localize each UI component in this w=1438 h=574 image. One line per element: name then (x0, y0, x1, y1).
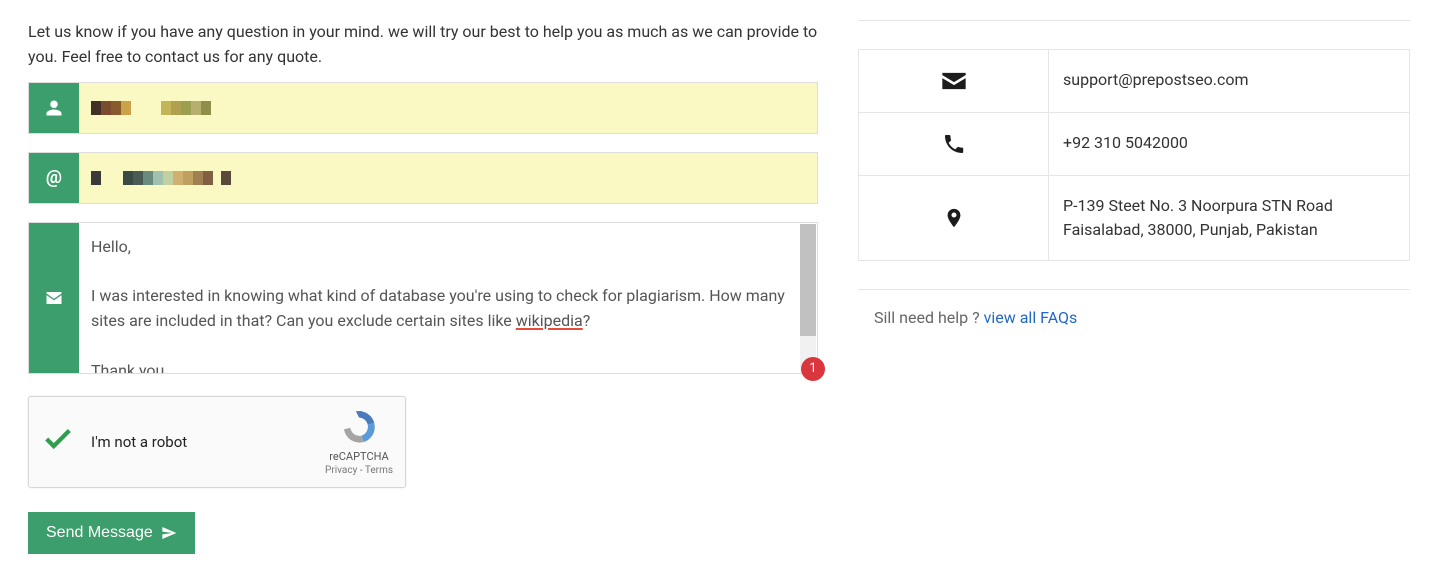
recaptcha-logo-icon (340, 408, 378, 446)
mail-icon (859, 50, 1049, 112)
at-icon: @ (29, 153, 79, 203)
faq-prefix: Sill need help ? (874, 308, 984, 327)
name-field-row (28, 82, 818, 134)
redacted-email (91, 171, 231, 185)
contact-phone-value: +92 310 5042000 (1049, 113, 1409, 175)
name-input[interactable] (79, 83, 817, 133)
contact-email-value: support@prepostseo.com (1049, 50, 1409, 112)
envelope-icon (29, 223, 79, 373)
recaptcha-label: I'm not a robot (91, 433, 325, 451)
right-bottom-divider (858, 289, 1410, 290)
contact-table: support@prepostseo.com +92 310 5042000 P… (858, 49, 1410, 261)
contact-row-address: P-139 Steet No. 3 Noorpura STN Road Fais… (859, 176, 1409, 260)
email-input[interactable] (79, 153, 817, 203)
redacted-name (91, 101, 211, 115)
email-field-row: @ (28, 152, 818, 204)
send-message-button[interactable]: Send Message (28, 512, 195, 554)
message-field-row: Hello, I was interested in knowing what … (28, 222, 818, 374)
recaptcha-privacy-link[interactable]: Privacy (325, 465, 357, 476)
view-all-faqs-link[interactable]: view all FAQs (984, 308, 1078, 327)
intro-text: Let us know if you have any question in … (28, 20, 818, 70)
phone-icon (859, 113, 1049, 175)
contact-row-phone: +92 310 5042000 (859, 113, 1409, 176)
grammar-badge[interactable]: 1 (801, 357, 825, 381)
right-top-divider (858, 20, 1410, 21)
map-pin-icon (859, 176, 1049, 260)
contact-address-value: P-139 Steet No. 3 Noorpura STN Road Fais… (1049, 176, 1409, 260)
recaptcha-terms-link[interactable]: Terms (365, 465, 393, 476)
user-icon (29, 83, 79, 133)
contact-row-email: support@prepostseo.com (859, 50, 1409, 113)
message-textarea[interactable]: Hello, I was interested in knowing what … (79, 223, 817, 373)
paper-plane-icon (161, 525, 177, 541)
send-button-label: Send Message (46, 524, 153, 542)
recaptcha-brand: reCAPTCHA (325, 450, 393, 463)
recaptcha-widget[interactable]: I'm not a robot reCAPTCHA Privacy - Term… (28, 396, 406, 488)
faq-help-line: Sill need help ? view all FAQs (858, 308, 1410, 327)
check-icon (41, 422, 75, 462)
